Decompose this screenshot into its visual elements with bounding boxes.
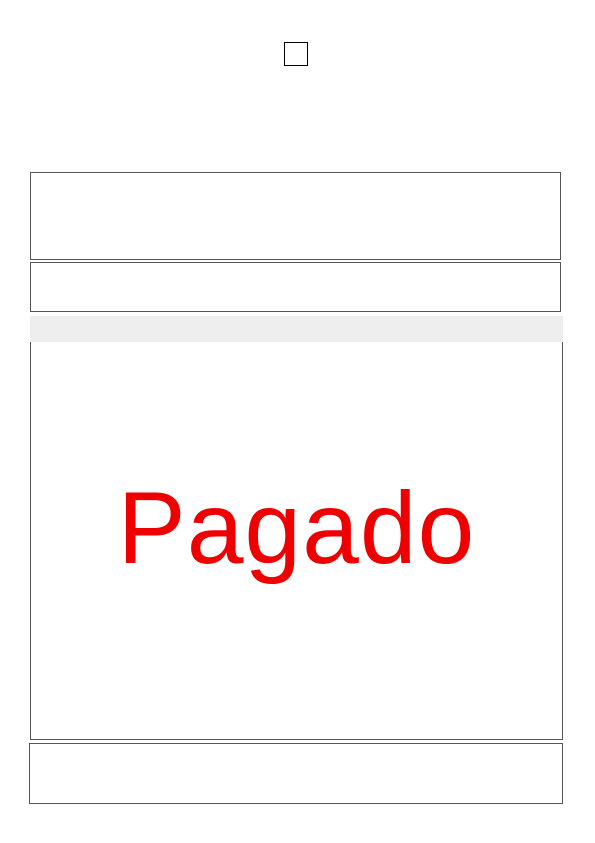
paid-status-stamp: Pagado xyxy=(117,471,476,585)
section-header-bar xyxy=(30,316,563,342)
header-section xyxy=(30,172,561,260)
footer-section xyxy=(29,743,563,804)
info-section xyxy=(30,262,561,312)
logo-placeholder xyxy=(284,42,308,66)
main-content-section: Pagado xyxy=(30,342,563,740)
